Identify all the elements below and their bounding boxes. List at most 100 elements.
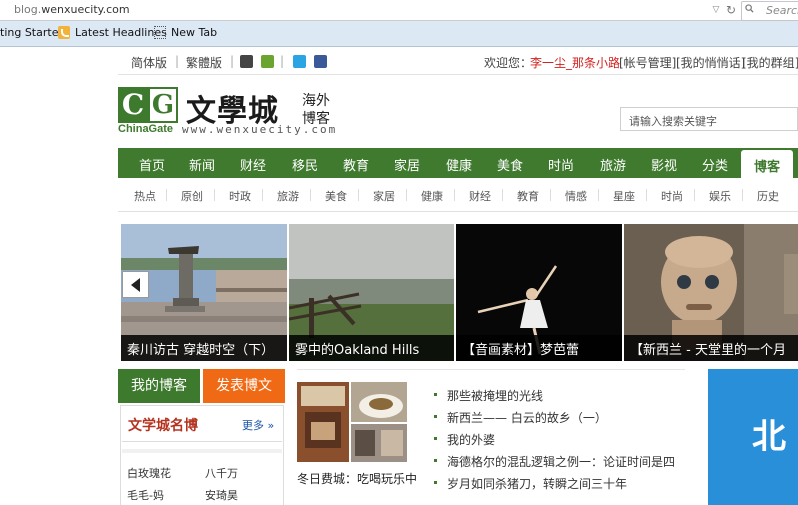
post-article-button[interactable]: 发表博文	[203, 369, 285, 403]
nav-item-immigration[interactable]: 移民	[292, 155, 318, 174]
featured-slideshow: 秦川访古 穿越时空（下） 雾中的Oakland Hills 【音画素材】梦芭蕾	[121, 224, 798, 361]
nav-item-health[interactable]: 健康	[446, 155, 472, 174]
nav-active-label: 博客	[754, 160, 781, 175]
subnav-item[interactable]: 家居	[373, 188, 395, 204]
nav-item-home[interactable]: 首页	[139, 155, 165, 174]
subnav-item[interactable]: 健康	[421, 188, 443, 204]
bookmark-new-tab[interactable]: New Tab	[171, 26, 217, 39]
article-link[interactable]: 那些被掩埋的光线	[434, 387, 688, 404]
divider	[742, 189, 743, 201]
subnav-item[interactable]: 旅游	[277, 188, 299, 204]
my-groups-link[interactable]: [我的群组]	[742, 54, 798, 71]
browser-search-input[interactable]: Search	[741, 1, 798, 21]
logo-c-block[interactable]: C	[118, 87, 148, 123]
slide-ballet[interactable]: 【音画素材】梦芭蕾	[456, 224, 622, 361]
browser-url-bar[interactable]: blog.wenxuecity.com ▽ ↻ Search	[0, 0, 798, 21]
nav-item-food[interactable]: 美食	[497, 155, 523, 174]
nav-item-blog-active[interactable]: 博客	[741, 150, 793, 178]
lang-traditional-link[interactable]: 繁體版	[186, 54, 222, 71]
account-manage-link[interactable]: [帐号管理]	[619, 54, 676, 71]
nav-item-home-living[interactable]: 家居	[394, 155, 420, 174]
user-name-link[interactable]: 李一尘_那条小路	[530, 54, 620, 71]
logo-subtitle-1: 海外	[302, 93, 330, 109]
subnav-item[interactable]: 娱乐	[709, 188, 731, 204]
featured-image[interactable]	[351, 424, 407, 462]
more-link[interactable]: 更多 »	[242, 417, 274, 433]
famous-blogger-link[interactable]: 八千万	[205, 465, 238, 481]
ad-text: 北	[752, 417, 786, 457]
featured-image[interactable]	[297, 382, 349, 462]
new-tab-icon	[154, 26, 166, 39]
my-blog-button[interactable]: 我的博客	[118, 369, 200, 403]
divider	[694, 189, 695, 201]
url-text[interactable]: blog.wenxuecity.com	[14, 3, 130, 16]
article-link[interactable]: 海德格尔的混乱逻辑之例一：论证时间是四	[434, 453, 688, 470]
url-dropdown-icon[interactable]: ▽	[709, 3, 723, 17]
divider	[122, 449, 282, 453]
android-icon[interactable]	[261, 55, 274, 68]
search-engine-icon	[745, 4, 754, 13]
article-link[interactable]: 我的外婆	[434, 431, 688, 448]
slide-new-zealand[interactable]: 【新西兰 - 天堂里的一个月	[624, 224, 798, 361]
subnav-item[interactable]: 情感	[565, 188, 587, 204]
nav-item-video[interactable]: 影视	[651, 155, 677, 174]
rss-feed-icon	[58, 26, 70, 39]
subnav-item[interactable]: 时尚	[661, 188, 683, 204]
article-link[interactable]: 岁月如同杀猪刀，转瞬之间三十年	[434, 475, 688, 492]
subnav-item[interactable]: 美食	[325, 188, 347, 204]
divider	[598, 189, 599, 201]
logo-g-block[interactable]: G	[148, 87, 178, 123]
slideshow-prev-button[interactable]	[122, 271, 149, 298]
nav-item-travel[interactable]: 旅游	[600, 155, 626, 174]
nav-item-news[interactable]: 新闻	[189, 155, 215, 174]
article-link[interactable]: 新西兰—— 白云的故乡（一）	[434, 409, 688, 426]
site-search-input[interactable]: 请输入搜索关键字	[620, 107, 798, 131]
restaurant-photo	[297, 382, 349, 462]
divider	[646, 189, 647, 201]
divider	[122, 441, 282, 442]
nav-item-categories[interactable]: 分类	[702, 155, 728, 174]
sub-nav: 热点 原创 时政 旅游 美食 家居 健康 财经 教育 情感 星座 时尚 娱乐 历…	[118, 178, 798, 212]
subnav-item[interactable]: 历史	[757, 188, 779, 204]
reload-icon[interactable]: ↻	[724, 2, 738, 18]
lang-simplified-link[interactable]: 简体版	[131, 54, 167, 71]
famous-blogger-link[interactable]: 白玫瑰花	[127, 465, 171, 481]
slide-fog-hills[interactable]: 雾中的Oakland Hills	[289, 224, 454, 361]
slide-caption[interactable]: 秦川访古 穿越时空（下）	[121, 335, 287, 361]
featured-image[interactable]	[351, 382, 407, 422]
nav-item-education[interactable]: 教育	[343, 155, 369, 174]
advertisement-banner[interactable]: 北	[708, 369, 798, 505]
subnav-item[interactable]: 原创	[181, 188, 203, 204]
slide-caption[interactable]: 【音画素材】梦芭蕾	[456, 335, 622, 361]
site-top-bar: 简体版 | 繁體版 | | 欢迎您： 李一尘_那条小路 [帐号管理] [我的悄悄…	[118, 50, 798, 74]
subnav-item[interactable]: 教育	[517, 188, 539, 204]
bookmark-getting-started[interactable]: ting Started	[0, 26, 65, 39]
subnav-item[interactable]: 热点	[134, 188, 156, 204]
divider	[550, 189, 551, 201]
subnav-item[interactable]: 财经	[469, 188, 491, 204]
nav-item-finance[interactable]: 财经	[240, 155, 266, 174]
divider: |	[280, 54, 285, 68]
divider	[166, 189, 167, 201]
dish-photo	[351, 382, 407, 422]
divider	[262, 189, 263, 201]
famous-blogger-link[interactable]: 安琦昊	[205, 487, 238, 503]
divider	[406, 189, 407, 201]
apple-icon[interactable]	[240, 55, 253, 68]
famous-blogger-link[interactable]: 毛毛-妈	[127, 487, 164, 503]
site-search-placeholder: 请输入搜索关键字	[629, 115, 717, 128]
divider	[214, 189, 215, 201]
nav-item-fashion[interactable]: 时尚	[548, 155, 574, 174]
slide-caption[interactable]: 雾中的Oakland Hills	[289, 335, 454, 361]
private-messages-link[interactable]: [我的悄悄话]	[676, 54, 745, 71]
divider: |	[175, 54, 180, 68]
twitter-icon[interactable]	[293, 55, 306, 68]
search-placeholder: Search	[766, 4, 798, 17]
subnav-item[interactable]: 时政	[229, 188, 251, 204]
facebook-icon[interactable]	[314, 55, 327, 68]
featured-caption-link[interactable]: 冬日费城：吃喝玩乐中	[297, 470, 421, 487]
storefront-photo	[351, 424, 407, 462]
divider	[454, 189, 455, 201]
subnav-item[interactable]: 星座	[613, 188, 635, 204]
slide-caption[interactable]: 【新西兰 - 天堂里的一个月	[624, 335, 798, 361]
